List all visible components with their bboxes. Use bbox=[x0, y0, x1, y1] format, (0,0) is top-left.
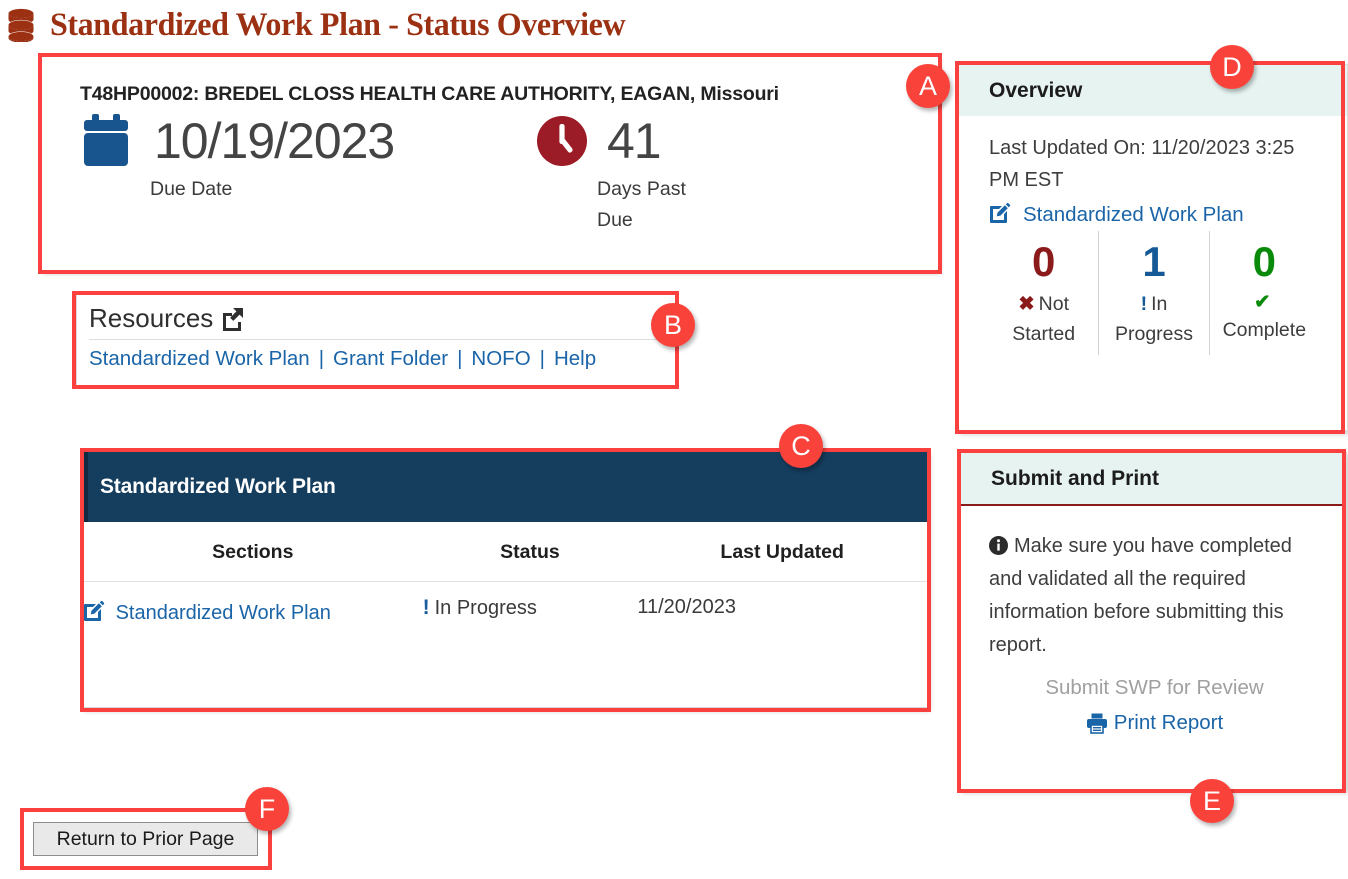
counter-complete-value: 0 bbox=[1252, 238, 1276, 285]
submit-and-print-body: Make sure you have completed and validat… bbox=[961, 506, 1346, 740]
days-past-due-metric: 41 Days Past Due bbox=[535, 114, 717, 236]
overview-work-plan-link[interactable]: Standardized Work Plan bbox=[1023, 203, 1244, 227]
info-circle-icon bbox=[989, 535, 1014, 557]
page-header: Standardized Work Plan - Status Overview bbox=[0, 0, 1348, 50]
return-to-prior-page-button[interactable]: Return to Prior Page bbox=[33, 822, 258, 856]
table-row: Standardized Work Plan ! In Progress 11/2… bbox=[83, 582, 927, 639]
submit-and-print-card: Submit and Print Make sure you have comp… bbox=[960, 452, 1347, 790]
submit-actions: Submit SWP for Review Print Report bbox=[989, 670, 1320, 740]
resources-card: Resources Standardized Work Plan | Grant… bbox=[76, 294, 676, 386]
printer-icon bbox=[1086, 712, 1108, 734]
column-header-last-updated: Last Updated bbox=[637, 522, 927, 582]
submit-swp-for-review-button: Submit SWP for Review bbox=[1045, 676, 1264, 699]
due-date-metric: 10/19/2023 Due Date bbox=[80, 114, 535, 236]
days-past-due-label: Days Past Due bbox=[597, 178, 686, 231]
submit-note: Make sure you have completed and validat… bbox=[989, 530, 1320, 662]
grant-summary-card: T48HP00002: BREDEL CLOSS HEALTH CARE AUT… bbox=[41, 56, 939, 271]
counter-in-progress-label: ! In Progress bbox=[1099, 289, 1208, 349]
calendar-icon bbox=[80, 114, 136, 168]
overview-card: Overview Last Updated On: 11/20/2023 3:2… bbox=[958, 64, 1348, 431]
column-header-sections: Sections bbox=[83, 522, 423, 582]
resource-link-standardized-work-plan[interactable]: Standardized Work Plan bbox=[89, 347, 310, 371]
summary-metrics: 10/19/2023 Due Date 41 Days Past Due bbox=[80, 114, 912, 236]
page-root: Standardized Work Plan - Status Overview… bbox=[0, 0, 1348, 879]
clock-icon bbox=[535, 114, 589, 168]
print-report-link[interactable]: Print Report bbox=[1086, 705, 1223, 740]
counter-in-progress-text: In Progress bbox=[1114, 293, 1193, 345]
grant-title: T48HP00002: BREDEL CLOSS HEALTH CARE AUT… bbox=[80, 83, 779, 105]
overview-counters: 0 ✖ Not Started 1 ! In Progress 0 ✔ Complet… bbox=[989, 231, 1327, 355]
status-text: In Progress bbox=[434, 597, 537, 619]
annotation-badge-e: E bbox=[1190, 779, 1234, 823]
check-mark-icon: ✔ bbox=[1254, 291, 1271, 313]
counter-not-started-label: ✖ Not Started bbox=[989, 289, 1098, 349]
x-mark-icon: ✖ bbox=[1018, 293, 1035, 315]
annotation-badge-c: C bbox=[779, 424, 823, 468]
resources-separator: | bbox=[318, 347, 325, 370]
exclamation-icon: ! bbox=[1140, 293, 1148, 315]
annotation-badge-b: B bbox=[651, 303, 695, 347]
edit-pencil-square-icon bbox=[83, 600, 116, 624]
overview-work-plan-link-row: Standardized Work Plan bbox=[989, 202, 1327, 227]
work-plan-table-card: Standardized Work Plan Sections Status L… bbox=[82, 451, 928, 708]
resources-separator: | bbox=[539, 347, 545, 370]
database-icon bbox=[6, 8, 36, 42]
work-plan-table: Sections Status Last Updated Standardize… bbox=[83, 522, 927, 638]
counter-in-progress: 1 ! In Progress bbox=[1098, 231, 1208, 355]
counter-complete-text: Complete bbox=[1222, 319, 1307, 341]
counter-complete: 0 ✔ Complete bbox=[1208, 231, 1319, 355]
table-header-row: Sections Status Last Updated bbox=[83, 522, 927, 582]
counter-not-started-value: 0 bbox=[1031, 238, 1056, 285]
resources-title: Resources bbox=[85, 299, 661, 337]
print-report-label: Print Report bbox=[1113, 711, 1224, 734]
page-title: Standardized Work Plan - Status Overview bbox=[50, 6, 626, 43]
edit-pencil-square-icon bbox=[989, 202, 1016, 227]
counter-in-progress-value: 1 bbox=[1142, 238, 1166, 285]
resource-link-grant-folder[interactable]: Grant Folder bbox=[333, 347, 448, 371]
submit-note-text: Make sure you have completed and validat… bbox=[989, 535, 1292, 656]
resources-separator: | bbox=[457, 347, 463, 370]
resource-link-help[interactable]: Help bbox=[554, 347, 596, 371]
cell-section: Standardized Work Plan bbox=[83, 582, 423, 639]
overview-card-title: Overview bbox=[959, 65, 1347, 116]
external-link-icon bbox=[220, 306, 245, 331]
cell-last-updated: 11/20/2023 bbox=[637, 596, 736, 618]
due-date-value: 10/19/2023 bbox=[154, 113, 395, 169]
counter-not-started: 0 ✖ Not Started bbox=[989, 231, 1098, 355]
due-date-label: Due Date bbox=[150, 178, 233, 200]
overview-card-body: Last Updated On: 11/20/2023 3:25 PM EST … bbox=[959, 116, 1347, 355]
exclamation-icon: ! bbox=[422, 596, 430, 619]
resource-link-nofo[interactable]: NOFO bbox=[471, 347, 530, 371]
overview-last-updated: Last Updated On: 11/20/2023 3:25 PM EST bbox=[989, 137, 1295, 191]
annotation-badge-a: A bbox=[906, 64, 950, 108]
submit-and-print-title: Submit and Print bbox=[961, 453, 1346, 506]
resources-title-text: Resources bbox=[89, 303, 214, 333]
days-past-due-value: 41 bbox=[607, 113, 662, 169]
annotation-badge-f: F bbox=[245, 787, 289, 831]
cell-status: ! In Progress bbox=[423, 582, 638, 639]
resources-links: Standardized Work Plan | Grant Folder | … bbox=[85, 340, 661, 371]
annotation-badge-d: D bbox=[1210, 45, 1254, 89]
return-button-wrap: Return to Prior Page bbox=[20, 808, 272, 870]
counter-complete-label: ✔ Complete bbox=[1210, 289, 1319, 345]
section-link-standardized-work-plan[interactable]: Standardized Work Plan bbox=[116, 602, 331, 624]
column-header-status: Status bbox=[422, 522, 638, 582]
